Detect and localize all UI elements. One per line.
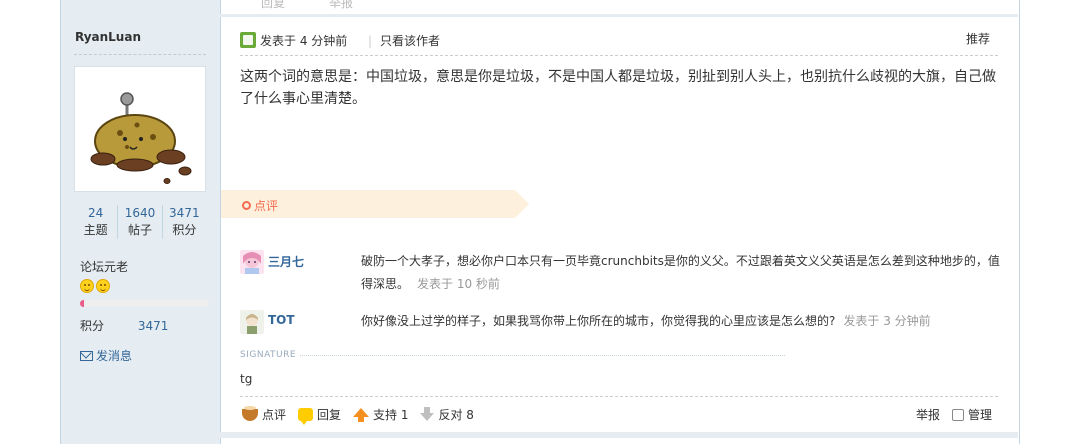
stat-points-value: 3471 (169, 206, 200, 220)
comment-text-block: 破防一个大孝子，想必你户口本只有一页毕竟crunchbits是你的义父。不过跟着… (361, 250, 1001, 296)
stat-points-label: 积分 (172, 223, 197, 237)
comment-time: 发表于 10 秒前 (417, 277, 500, 291)
post-header: 发表于 4 分钟前 | 只看该作者 推荐 (240, 30, 998, 48)
manage-label: 管理 (968, 408, 993, 422)
circle-icon (242, 201, 251, 210)
stat-topics[interactable]: 24 主题 (74, 205, 117, 239)
author-divider (74, 54, 206, 55)
reply-label: 回复 (317, 408, 342, 422)
stat-posts[interactable]: 1640 帖子 (117, 205, 161, 239)
comment-time: 发表于 3 分钟前 (843, 314, 931, 328)
manage-checkbox[interactable] (952, 408, 964, 421)
envelope-icon (80, 350, 93, 361)
author-only-label: 只看该作者 (380, 34, 441, 48)
stat-posts-value: 1640 (124, 206, 156, 220)
send-message-label: 发消息 (96, 349, 133, 363)
arrow-up-icon (353, 407, 370, 422)
report-link[interactable]: 举报 (916, 406, 940, 423)
points-label: 积分 (80, 319, 105, 333)
stat-posts-label: 帖子 (127, 223, 152, 237)
comment-title-label: 点评 (254, 199, 279, 213)
header-divider-line (240, 55, 998, 56)
signature-label: SIGNATURE (240, 350, 297, 360)
smiley-rank-icon (80, 279, 94, 293)
oppose-button[interactable]: 反对 8 (420, 406, 474, 423)
support-button[interactable]: 支持 1 (353, 406, 408, 423)
comment-text-block: 你好像没上过学的样子，如果我骂你带上你所在的城市，你觉得我的心里应该是怎么想的?… (361, 310, 1001, 333)
commenter-name[interactable]: 三月七 (268, 253, 304, 270)
points-value: 3471 (137, 319, 169, 333)
prev-report-link[interactable]: 举报 (329, 0, 353, 11)
manage-control[interactable]: 管理 (952, 406, 992, 423)
reply-button[interactable]: 回复 (298, 406, 342, 425)
commenter-avatar[interactable] (240, 310, 264, 334)
signature-dots (300, 354, 785, 356)
author-stats: 24 主题 1640 帖子 3471 积分 (74, 205, 206, 239)
stat-topics-value: 24 (88, 206, 104, 220)
smiley-rank-icon (96, 279, 110, 293)
rate-button[interactable]: 点评 (242, 405, 287, 423)
oppose-label: 反对 8 (438, 408, 474, 422)
user-rank-title[interactable]: 论坛元老 (80, 258, 128, 275)
avatar-image (90, 92, 192, 184)
rank-progress-bar (80, 300, 209, 307)
support-label: 支持 1 (373, 408, 409, 422)
previous-post-footer: 回复 举报 (61, 0, 1018, 17)
signature-divider: SIGNATURE (240, 350, 785, 360)
post-separator (61, 14, 1018, 17)
comment-section-title: 点评 (242, 197, 278, 214)
avatar[interactable] (74, 66, 206, 192)
post-content: 这两个词的意思是：中国垃圾，意思是你是垃圾，不是中国人都是垃圾，别扯到别人头上，… (240, 69, 996, 107)
recommend-link[interactable]: 推荐 (966, 30, 990, 47)
arrow-down-icon (420, 407, 435, 421)
post-separator-bottom (61, 432, 1018, 438)
post-actions: 点评 回复 支持 1 反对 8 (242, 405, 486, 425)
comment-text: 你好像没上过学的样子，如果我骂你带上你所在的城市，你觉得我的心里应该是怎么想的? (361, 314, 836, 328)
author-name[interactable]: RyanLuan (75, 30, 141, 44)
author-only-link[interactable]: | 只看该作者 (368, 32, 440, 49)
rank-progress-fill (80, 300, 84, 307)
stat-topics-label: 主题 (83, 223, 108, 237)
signature-text: tg (240, 372, 253, 386)
commenter-avatar[interactable] (240, 250, 264, 274)
header-divider: | (368, 34, 373, 48)
send-message-link[interactable]: 发消息 (80, 347, 132, 364)
prev-reply-link[interactable]: 回复 (261, 0, 285, 11)
post-time: 发表于 4 分钟前 (260, 34, 348, 48)
coffee-cup-icon (242, 405, 258, 421)
speech-bubble-icon (298, 408, 314, 425)
points-row: 积分 3471 (80, 317, 168, 334)
stat-points[interactable]: 3471 积分 (161, 205, 206, 239)
footer-divider (240, 396, 998, 397)
commenter-name[interactable]: TOT (268, 313, 295, 327)
online-status-icon (240, 32, 256, 48)
rate-label: 点评 (262, 408, 287, 422)
rank-icons (80, 279, 110, 293)
